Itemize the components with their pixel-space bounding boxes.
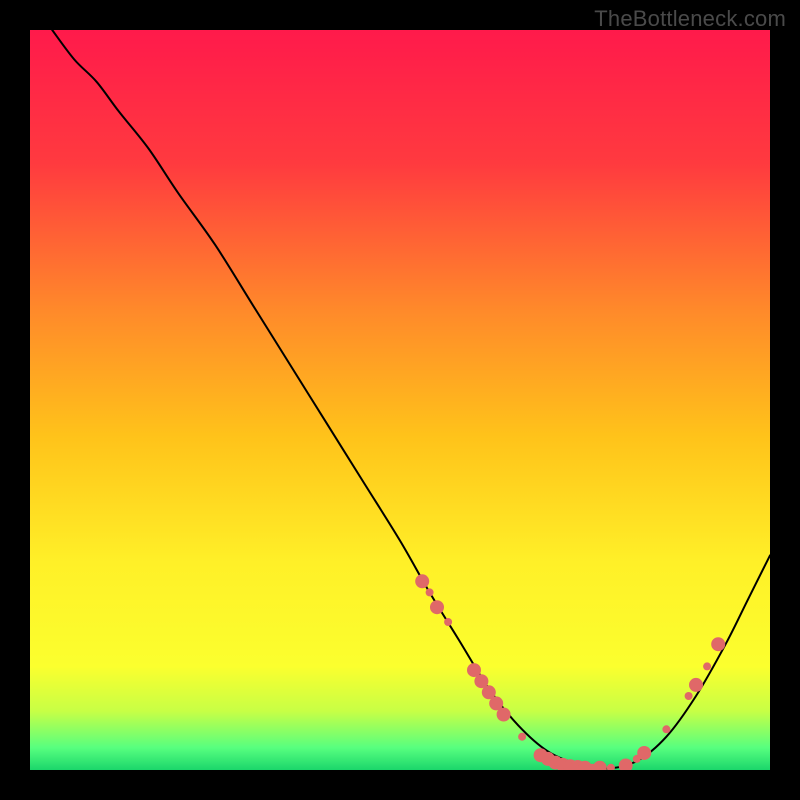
chart-svg	[30, 30, 770, 770]
chart-background	[30, 30, 770, 770]
curve-marker	[430, 600, 444, 614]
curve-marker	[662, 725, 670, 733]
curve-marker	[497, 708, 511, 722]
curve-marker	[426, 588, 434, 596]
curve-marker	[711, 637, 725, 651]
curve-marker	[703, 662, 711, 670]
chart-frame: TheBottleneck.com	[0, 0, 800, 800]
curve-marker	[444, 618, 452, 626]
bottleneck-plot	[30, 30, 770, 770]
curve-marker	[689, 678, 703, 692]
curve-marker	[518, 733, 526, 741]
curve-marker	[685, 692, 693, 700]
curve-marker	[415, 574, 429, 588]
attribution-label: TheBottleneck.com	[594, 6, 786, 32]
curve-marker	[637, 746, 651, 760]
